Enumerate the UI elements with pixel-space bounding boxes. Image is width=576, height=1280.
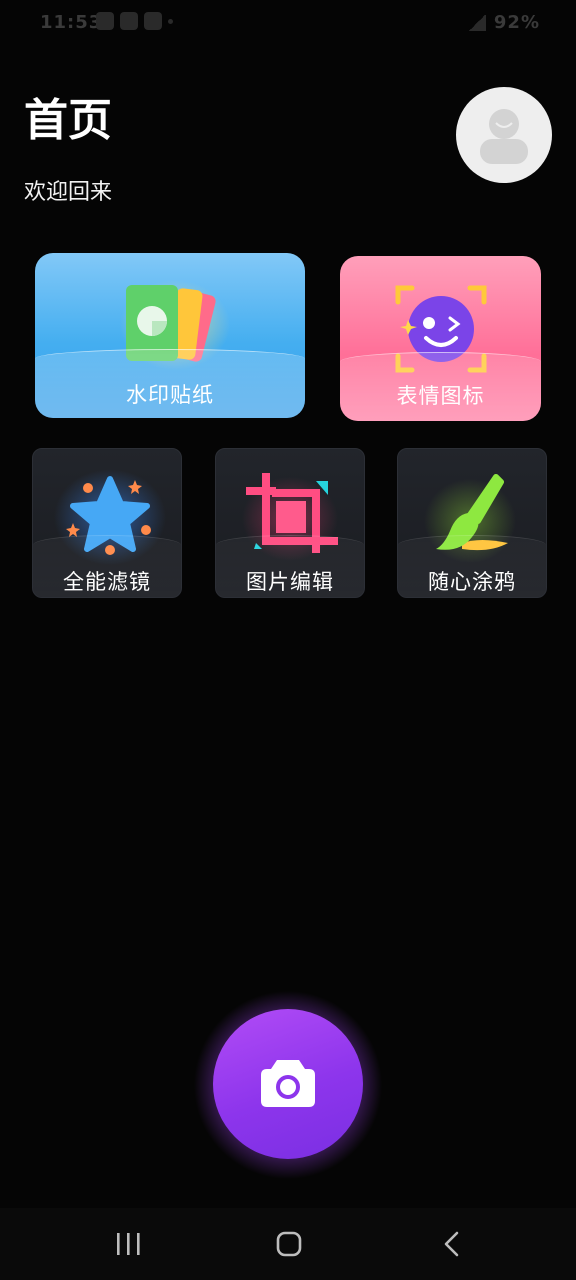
image-edit-card[interactable]: 图片编辑: [215, 448, 365, 598]
watermark-sticker-card[interactable]: 水印贴纸: [35, 253, 305, 418]
system-navigation-bar: [0, 1208, 576, 1280]
emoji-icons-card[interactable]: 表情图标: [340, 256, 541, 421]
home-button[interactable]: [259, 1224, 319, 1264]
system-status: 92%: [467, 12, 540, 33]
camera-button[interactable]: [213, 1009, 363, 1159]
notification-icon: [96, 12, 114, 30]
notification-icon: [120, 12, 138, 30]
notification-icons: [96, 12, 173, 30]
back-icon: [444, 1231, 459, 1257]
notification-icon: [144, 12, 162, 30]
user-avatar-icon[interactable]: [456, 87, 552, 183]
welcome-text: 欢迎回来: [24, 180, 113, 205]
all-filters-label: 全能滤镜: [63, 570, 151, 594]
battery-level: 92%: [493, 12, 540, 33]
doodle-label: 随心涂鸦: [428, 570, 516, 594]
recents-button[interactable]: [98, 1224, 158, 1264]
all-filters-card[interactable]: 全能滤镜: [32, 448, 182, 598]
status-time: 11:53: [40, 12, 103, 33]
more-notifications-icon: [168, 18, 173, 24]
image-edit-label: 图片编辑: [246, 570, 334, 594]
watermark-sticker-label: 水印贴纸: [126, 383, 214, 407]
status-bar: 11:53 92%: [0, 0, 576, 48]
signal-icon: [467, 14, 486, 31]
doodle-card[interactable]: 随心涂鸦: [397, 448, 547, 598]
home-icon: [276, 1231, 302, 1257]
emoji-icons-label: 表情图标: [396, 384, 485, 408]
camera-icon: [261, 1060, 315, 1107]
recents-icon: [117, 1233, 140, 1255]
page-title: 首页: [24, 95, 112, 146]
back-button[interactable]: [421, 1224, 481, 1264]
